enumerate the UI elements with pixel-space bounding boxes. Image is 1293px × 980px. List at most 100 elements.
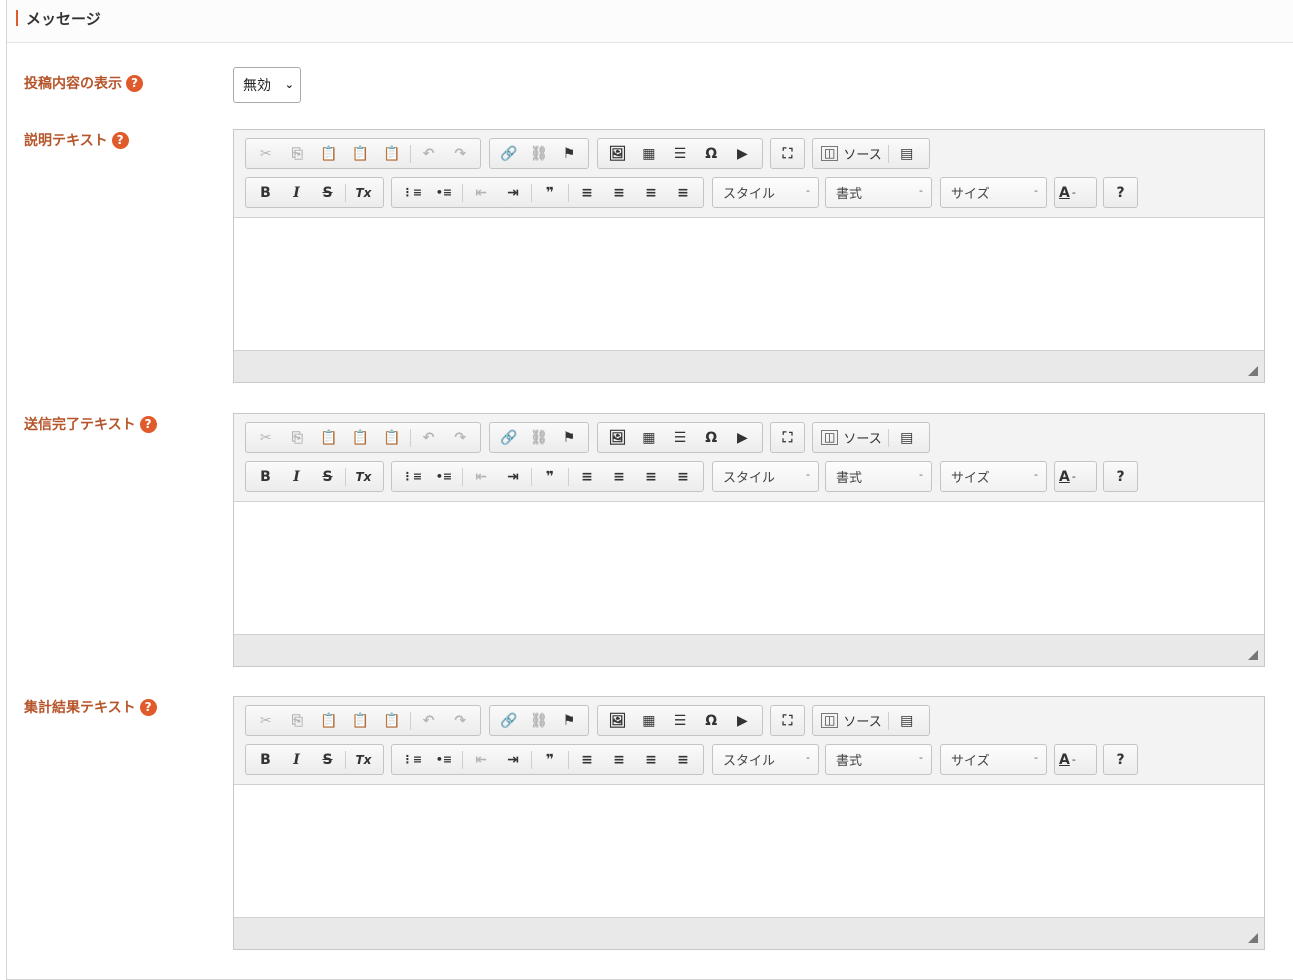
editor-content-area[interactable] <box>234 502 1264 635</box>
editor-content-area[interactable] <box>234 218 1264 351</box>
bulleted-list-icon[interactable]: •≡ <box>428 747 460 772</box>
blockquote-icon[interactable]: ❞ <box>534 747 566 772</box>
redo-icon[interactable]: ↷ <box>444 708 476 733</box>
numbered-list-icon[interactable]: ⋮≡ <box>396 464 428 489</box>
numbered-list-icon[interactable]: ⋮≡ <box>396 747 428 772</box>
remove-format-icon[interactable]: Tx <box>348 180 379 205</box>
horizontal-rule-icon[interactable]: ☰ <box>664 141 695 166</box>
image-icon[interactable]: 🖼 <box>602 708 633 733</box>
undo-icon[interactable]: ↶ <box>413 141 445 166</box>
editor-content-area[interactable] <box>234 785 1264 918</box>
paste-text-icon[interactable]: 📋 <box>345 141 377 166</box>
templates-icon[interactable]: ▤ <box>891 141 923 166</box>
align-left-icon[interactable]: ≡ <box>571 747 603 772</box>
paste-text-icon[interactable]: 📋 <box>345 425 377 450</box>
strike-button[interactable]: S <box>312 747 343 772</box>
special-char-icon[interactable]: Ω <box>696 141 727 166</box>
outdent-icon[interactable]: ⇤ <box>465 180 497 205</box>
numbered-list-icon[interactable]: ⋮≡ <box>396 180 428 205</box>
align-center-icon[interactable]: ≡ <box>603 464 635 489</box>
format-combo[interactable]: 書式 - <box>825 461 932 492</box>
youtube-icon[interactable]: ▶ <box>727 708 758 733</box>
text-color-button[interactable]: A <box>1059 464 1070 489</box>
blockquote-icon[interactable]: ❞ <box>534 180 566 205</box>
redo-icon[interactable]: ↷ <box>444 425 476 450</box>
youtube-icon[interactable]: ▶ <box>727 425 758 450</box>
text-color-button[interactable]: A <box>1059 180 1070 205</box>
align-right-icon[interactable]: ≡ <box>635 747 667 772</box>
help-icon[interactable]: ? <box>139 415 157 433</box>
unlink-icon[interactable]: ⛓ <box>524 425 554 450</box>
help-icon[interactable]: ? <box>139 698 157 716</box>
anchor-icon[interactable]: ⚑ <box>554 708 584 733</box>
bold-button[interactable]: B <box>250 464 281 489</box>
align-center-icon[interactable]: ≡ <box>603 747 635 772</box>
paste-icon[interactable]: 📋 <box>313 141 345 166</box>
styles-combo[interactable]: スタイル - <box>712 744 819 775</box>
help-icon[interactable]: ? <box>111 131 129 149</box>
outdent-icon[interactable]: ⇤ <box>465 747 497 772</box>
help-icon[interactable]: ? <box>126 74 143 92</box>
table-icon[interactable]: ▦ <box>633 425 664 450</box>
bold-button[interactable]: B <box>250 180 281 205</box>
format-combo[interactable]: 書式 - <box>825 177 932 208</box>
bold-button[interactable]: B <box>250 747 281 772</box>
undo-icon[interactable]: ↶ <box>413 425 445 450</box>
resize-handle-icon[interactable] <box>1248 933 1258 943</box>
bulleted-list-icon[interactable]: •≡ <box>428 464 460 489</box>
link-icon[interactable]: 🔗 <box>494 708 524 733</box>
resize-handle-icon[interactable] <box>1248 650 1258 660</box>
align-right-icon[interactable]: ≡ <box>635 464 667 489</box>
table-icon[interactable]: ▦ <box>633 141 664 166</box>
align-right-icon[interactable]: ≡ <box>635 180 667 205</box>
undo-icon[interactable]: ↶ <box>413 708 445 733</box>
unlink-icon[interactable]: ⛓ <box>524 708 554 733</box>
youtube-icon[interactable]: ▶ <box>727 141 758 166</box>
help-button[interactable]: ? <box>1108 180 1133 205</box>
templates-icon[interactable]: ▤ <box>891 708 923 733</box>
align-justify-icon[interactable]: ≡ <box>667 747 699 772</box>
link-icon[interactable]: 🔗 <box>494 425 524 450</box>
link-icon[interactable]: 🔗 <box>494 141 524 166</box>
source-button[interactable]: ◫ ソース <box>817 708 886 733</box>
image-icon[interactable]: 🖼 <box>602 141 633 166</box>
indent-icon[interactable]: ⇥ <box>497 747 529 772</box>
align-left-icon[interactable]: ≡ <box>571 180 603 205</box>
indent-icon[interactable]: ⇥ <box>497 180 529 205</box>
maximize-icon[interactable]: ⛶ <box>775 425 800 450</box>
remove-format-icon[interactable]: Tx <box>348 747 379 772</box>
size-combo[interactable]: サイズ - <box>940 461 1047 492</box>
templates-icon[interactable]: ▤ <box>891 425 923 450</box>
format-combo[interactable]: 書式 - <box>825 744 932 775</box>
size-combo[interactable]: サイズ - <box>940 744 1047 775</box>
table-icon[interactable]: ▦ <box>633 708 664 733</box>
copy-icon[interactable]: ⎘ <box>282 708 314 733</box>
special-char-icon[interactable]: Ω <box>696 708 727 733</box>
bulleted-list-icon[interactable]: •≡ <box>428 180 460 205</box>
italic-button[interactable]: I <box>281 464 312 489</box>
italic-button[interactable]: I <box>281 180 312 205</box>
help-button[interactable]: ? <box>1108 747 1133 772</box>
redo-icon[interactable]: ↷ <box>444 141 476 166</box>
special-char-icon[interactable]: Ω <box>696 425 727 450</box>
paste-word-icon[interactable]: 📋 <box>376 425 408 450</box>
unlink-icon[interactable]: ⛓ <box>524 141 554 166</box>
align-center-icon[interactable]: ≡ <box>603 180 635 205</box>
size-combo[interactable]: サイズ - <box>940 177 1047 208</box>
copy-icon[interactable]: ⎘ <box>282 141 314 166</box>
indent-icon[interactable]: ⇥ <box>497 464 529 489</box>
cut-icon[interactable]: ✂ <box>250 425 282 450</box>
image-icon[interactable]: 🖼 <box>602 425 633 450</box>
styles-combo[interactable]: スタイル - <box>712 177 819 208</box>
display-setting-select[interactable]: 無効 ⌄ <box>233 67 301 103</box>
align-justify-icon[interactable]: ≡ <box>667 464 699 489</box>
text-color-button[interactable]: A <box>1059 747 1070 772</box>
cut-icon[interactable]: ✂ <box>250 141 282 166</box>
anchor-icon[interactable]: ⚑ <box>554 425 584 450</box>
align-justify-icon[interactable]: ≡ <box>667 180 699 205</box>
remove-format-icon[interactable]: Tx <box>348 464 379 489</box>
copy-icon[interactable]: ⎘ <box>282 425 314 450</box>
paste-text-icon[interactable]: 📋 <box>345 708 377 733</box>
resize-handle-icon[interactable] <box>1248 366 1258 376</box>
help-button[interactable]: ? <box>1108 464 1133 489</box>
